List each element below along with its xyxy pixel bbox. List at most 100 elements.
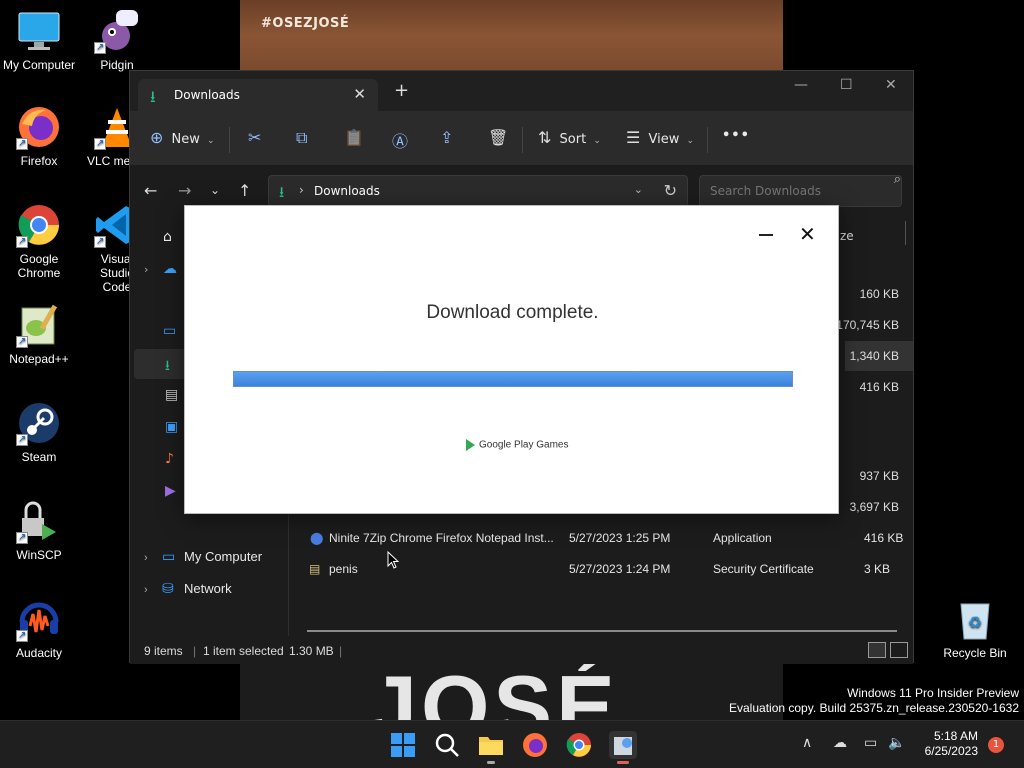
- status-item-count: 9 items: [144, 644, 183, 658]
- desktop-icon-audacity[interactable]: Audacity: [0, 596, 78, 660]
- sidebar-item-label: My Computer: [184, 549, 263, 564]
- pictures-folder-icon[interactable]: ▣: [165, 419, 178, 435]
- rename-button[interactable]: Ⓐ: [392, 128, 408, 152]
- desktop-folder-icon[interactable]: ▭: [163, 323, 176, 339]
- onedrive-icon[interactable]: ☁: [163, 261, 177, 277]
- cut-button[interactable]: ✂: [248, 128, 261, 147]
- search-icon[interactable]: ⌕: [894, 172, 901, 187]
- shortcut-arrow-icon: [16, 137, 28, 151]
- taskbar-installer[interactable]: [609, 731, 637, 764]
- desktop-icon-label: Audacity: [15, 646, 63, 660]
- music-folder-icon[interactable]: ♪: [165, 451, 174, 467]
- shortcut-arrow-icon: [94, 235, 106, 249]
- view-list-icon: ☰: [626, 128, 641, 147]
- expand-chevron-icon[interactable]: ›: [144, 552, 162, 564]
- volume-icon[interactable]: 🔈: [888, 735, 905, 751]
- file-type: Security Certificate: [713, 562, 814, 576]
- download-dialog: ✕ Download complete. Google Play Games: [184, 205, 839, 514]
- windows-logo-icon: [391, 733, 415, 757]
- running-indicator: [617, 761, 629, 764]
- network-icon[interactable]: ▭: [864, 735, 877, 751]
- back-button[interactable]: ←: [144, 181, 157, 200]
- taskbar-chrome[interactable]: [565, 731, 593, 759]
- desktop-icon-chrome[interactable]: Google Chrome: [0, 202, 78, 280]
- sort-button[interactable]: ⇅ Sort ⌄: [538, 128, 601, 147]
- dialog-minimize-button[interactable]: [759, 234, 773, 236]
- desktop-icon-firefox[interactable]: Firefox: [0, 104, 78, 168]
- cloud-offline-icon[interactable]: ☁: [833, 735, 847, 751]
- search-input[interactable]: [699, 175, 902, 207]
- dialog-close-button[interactable]: ✕: [799, 224, 816, 244]
- sidebar-item-my-computer[interactable]: › ▭ My Computer: [144, 548, 262, 565]
- show-hidden-icons-button[interactable]: ∧: [802, 735, 812, 751]
- column-header-size[interactable]: ze: [840, 229, 854, 243]
- desktop-icon-recycle-bin[interactable]: ♻ Recycle Bin: [936, 596, 1014, 660]
- taskbar-file-explorer[interactable]: [477, 731, 505, 764]
- desktop-icon-steam[interactable]: Steam: [0, 400, 78, 464]
- videos-folder-icon[interactable]: ▶: [165, 483, 176, 499]
- downloads-folder-icon[interactable]: ⭳: [165, 355, 170, 379]
- firefox-icon: [16, 104, 62, 151]
- start-button[interactable]: [389, 731, 417, 759]
- notification-badge[interactable]: 1: [988, 737, 1004, 753]
- google-play-games-logo: Google Play Games: [466, 439, 569, 451]
- maximize-button[interactable]: ☐: [840, 77, 853, 93]
- certificate-icon: ▤: [309, 562, 321, 576]
- breadcrumb-downloads[interactable]: Downloads: [314, 184, 380, 198]
- command-bar: ⊕ New ⌄ ✂ ⧉ 📋 Ⓐ ⇪ 🗑 ⇅ Sort ⌄ ☰ View ⌄ ••…: [130, 111, 913, 165]
- download-icon: ⭳: [150, 87, 156, 106]
- home-icon[interactable]: ⌂: [163, 229, 172, 245]
- forward-button[interactable]: →: [178, 181, 191, 200]
- delete-button[interactable]: 🗑: [488, 128, 508, 147]
- sidebar-item-network[interactable]: › ⛁ Network: [144, 580, 232, 597]
- file-size: 3 KB: [864, 562, 891, 576]
- search-button[interactable]: [433, 731, 461, 759]
- tiles-view-button[interactable]: [890, 642, 908, 658]
- address-dropdown-icon[interactable]: ⌄: [634, 183, 643, 196]
- up-button[interactable]: ↑: [238, 181, 251, 200]
- more-options-button[interactable]: •••: [722, 128, 750, 143]
- trash-icon: 🗑: [488, 128, 509, 147]
- pidgin-icon: [94, 8, 140, 55]
- clock[interactable]: 5:18 AM 6/25/2023: [912, 729, 978, 759]
- shortcut-arrow-icon: [16, 531, 28, 545]
- download-progress-bar: [233, 371, 793, 387]
- documents-folder-icon[interactable]: ▤: [165, 387, 178, 403]
- refresh-icon[interactable]: ↻: [664, 181, 677, 200]
- chrome-icon: [566, 733, 591, 757]
- table-row[interactable]: ⬤ Ninite 7Zip Chrome Firefox Notepad Ins…: [290, 523, 913, 553]
- mouse-cursor-icon: [387, 551, 399, 569]
- firefox-icon: [523, 733, 547, 757]
- brand-label: Google Play Games: [479, 439, 569, 451]
- breadcrumb-chevron-icon: ›: [299, 183, 304, 197]
- share-button[interactable]: ⇪: [440, 128, 453, 147]
- desktop-icon-pidgin[interactable]: Pidgin: [78, 8, 156, 72]
- tab-close-icon[interactable]: ✕: [353, 85, 366, 103]
- audacity-icon: [16, 596, 62, 643]
- column-divider[interactable]: [905, 221, 906, 245]
- details-view-button[interactable]: [868, 642, 886, 658]
- tab-downloads[interactable]: ⭳ Downloads ✕: [138, 79, 378, 111]
- recent-locations-button[interactable]: ⌄: [210, 183, 220, 197]
- desktop-icon-winscp[interactable]: WinSCP: [0, 498, 78, 562]
- table-row[interactable]: ▤ penis 5/27/2023 1:24 PM Security Certi…: [290, 554, 913, 584]
- taskbar-firefox[interactable]: [521, 731, 549, 759]
- installer-icon: ⬤: [310, 531, 324, 545]
- desktop-icon-my-computer[interactable]: My Computer: [0, 8, 78, 72]
- desktop-icon-notepadpp[interactable]: Notepad++: [0, 302, 78, 366]
- copy-button[interactable]: ⧉: [296, 128, 307, 148]
- close-button[interactable]: ✕: [885, 77, 897, 93]
- shortcut-arrow-icon: [16, 433, 28, 447]
- address-bar[interactable]: ⭳ › Downloads ⌄ ↻: [268, 175, 688, 207]
- view-button[interactable]: ☰ View ⌄: [626, 128, 694, 147]
- new-button[interactable]: ⊕ New ⌄: [150, 128, 215, 147]
- expand-chevron-icon[interactable]: ›: [144, 263, 148, 276]
- expand-chevron-icon[interactable]: ›: [144, 584, 162, 596]
- copy-icon: ⧉: [296, 128, 308, 147]
- horizontal-scrollbar[interactable]: [307, 630, 897, 632]
- paste-button[interactable]: 📋: [344, 128, 364, 147]
- new-tab-button[interactable]: +: [394, 82, 409, 100]
- file-name: penis: [329, 562, 358, 576]
- scissors-icon: ✂: [248, 128, 262, 147]
- minimize-button[interactable]: —: [794, 77, 808, 93]
